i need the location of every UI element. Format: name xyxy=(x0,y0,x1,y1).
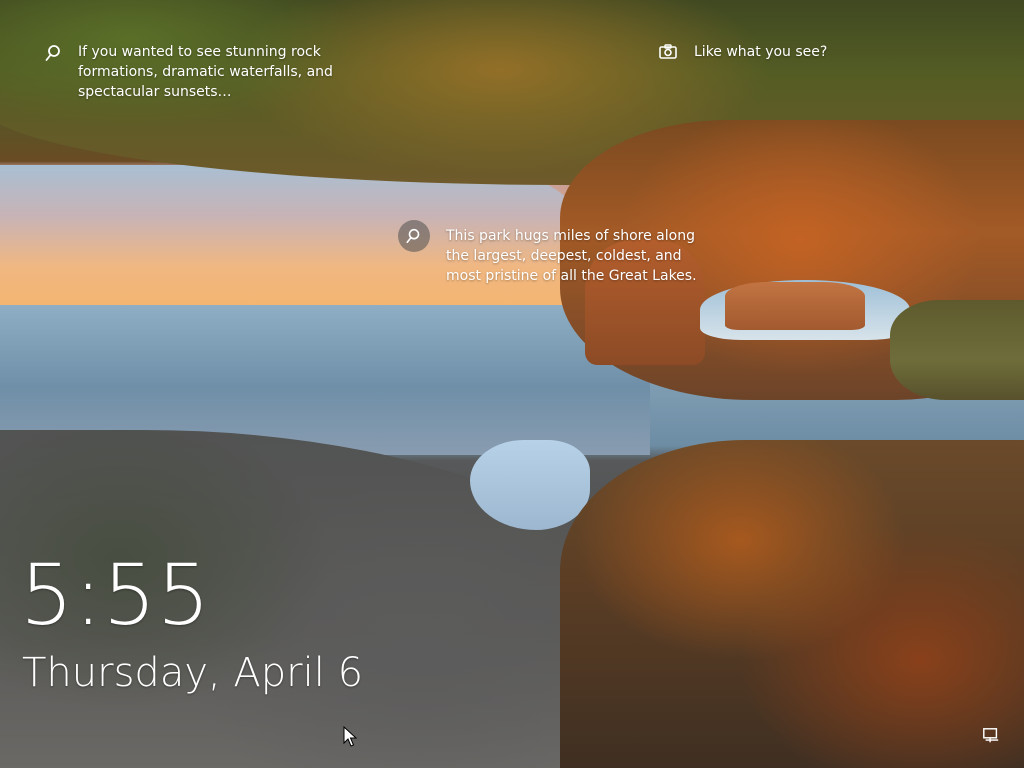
mouse-cursor-icon xyxy=(343,726,357,747)
camera-icon xyxy=(659,44,677,59)
lock-clock: 5:55 xyxy=(20,546,211,644)
right-shore xyxy=(890,300,1024,400)
search-icon xyxy=(45,45,60,61)
hotspot-search-icon[interactable] xyxy=(398,220,430,252)
like-what-you-see[interactable]: Like what you see? xyxy=(658,42,827,62)
distant-arch xyxy=(725,282,865,330)
lock-date: Thursday, April 6 xyxy=(22,650,364,696)
spotlight-info[interactable]: If you wanted to see stunning rock forma… xyxy=(44,42,354,102)
hotspot-description: This park hugs miles of shore along the … xyxy=(446,228,697,284)
network-icon[interactable] xyxy=(982,727,1000,745)
rock-reflection xyxy=(560,440,1024,768)
like-what-you-see-label: Like what you see? xyxy=(694,44,828,60)
image-hotspot[interactable]: This park hugs miles of shore along the … xyxy=(398,220,716,286)
spotlight-description: If you wanted to see stunning rock forma… xyxy=(78,44,333,100)
lock-screen[interactable]: If you wanted to see stunning rock forma… xyxy=(0,0,1024,768)
